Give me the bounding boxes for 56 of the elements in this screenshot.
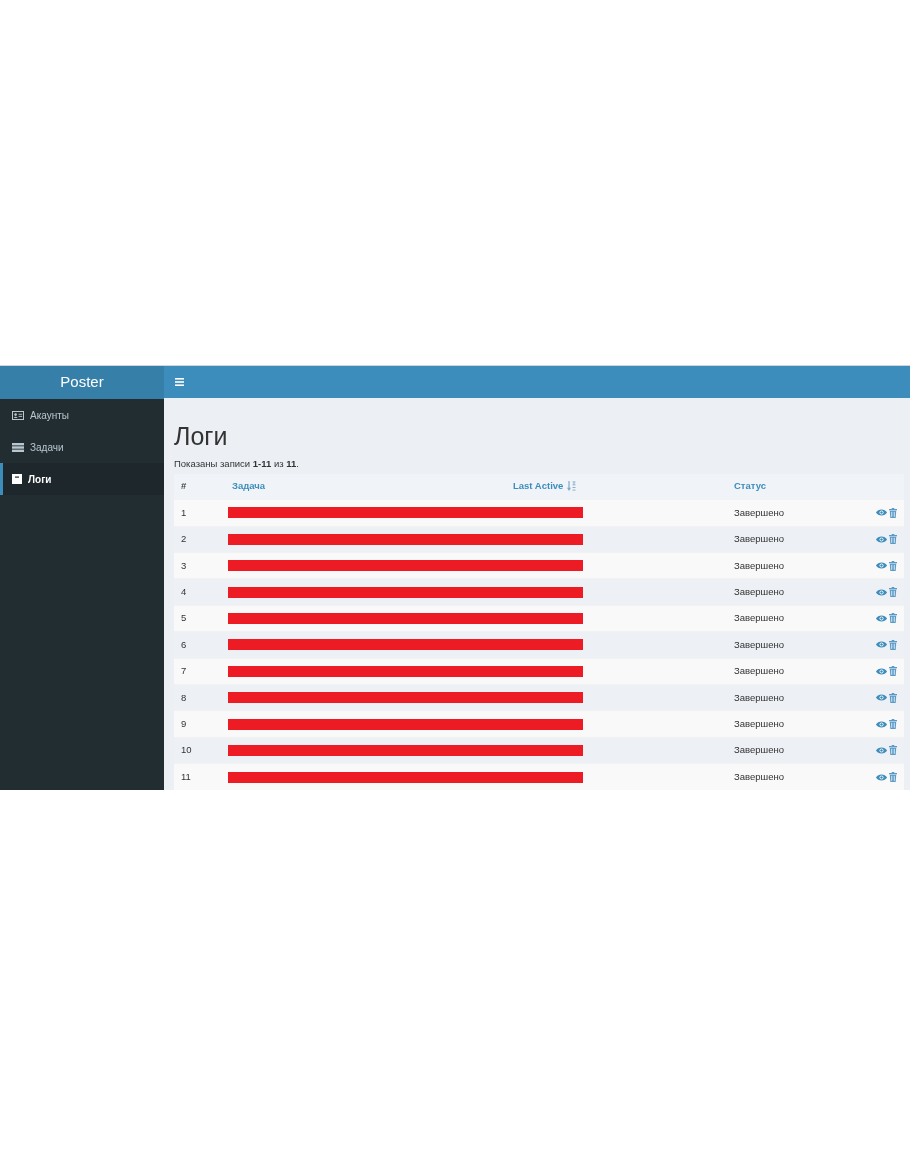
sort-icon[interactable] bbox=[567, 481, 577, 492]
row-number: 10 bbox=[181, 744, 192, 756]
row-number: 9 bbox=[181, 717, 187, 729]
archive-icon bbox=[12, 474, 22, 484]
trash-icon[interactable] bbox=[889, 772, 897, 783]
status-text: Завершено bbox=[734, 559, 784, 571]
trash-icon[interactable] bbox=[889, 666, 897, 677]
list-icon bbox=[12, 442, 24, 452]
status-text: Завершено bbox=[734, 533, 784, 545]
trash-icon[interactable] bbox=[889, 692, 897, 703]
eye-icon[interactable] bbox=[876, 588, 887, 596]
status-text: Завершено bbox=[734, 717, 784, 729]
records-summary: Показаны записи 1-11 из 11. bbox=[174, 456, 300, 471]
trash-icon[interactable] bbox=[889, 507, 897, 518]
status-text: Завершено bbox=[734, 665, 784, 677]
row-number: 5 bbox=[181, 612, 187, 624]
row-number: 1 bbox=[181, 506, 187, 518]
eye-icon[interactable] bbox=[876, 694, 887, 702]
trash-icon[interactable] bbox=[889, 745, 897, 756]
status-text: Завершено bbox=[734, 691, 784, 703]
eye-icon[interactable] bbox=[876, 535, 887, 543]
eye-icon[interactable] bbox=[876, 667, 887, 675]
trash-icon[interactable] bbox=[889, 613, 897, 624]
row-number: 6 bbox=[181, 638, 187, 650]
trash-icon[interactable] bbox=[889, 534, 897, 545]
eye-icon[interactable] bbox=[876, 614, 887, 622]
sidebar-item[interactable]: Задачи bbox=[0, 431, 164, 463]
eye-icon[interactable] bbox=[876, 720, 887, 728]
eye-icon[interactable] bbox=[876, 773, 887, 781]
eye-icon[interactable] bbox=[876, 746, 887, 754]
row-number: 2 bbox=[181, 533, 187, 545]
status-text: Завершено bbox=[734, 506, 784, 518]
row-number: 7 bbox=[181, 665, 187, 677]
trash-icon[interactable] bbox=[889, 587, 897, 598]
trash-icon[interactable] bbox=[889, 560, 897, 571]
status-text: Завершено bbox=[734, 612, 784, 624]
row-number: 3 bbox=[181, 559, 187, 571]
menu-icon[interactable] bbox=[175, 377, 184, 386]
status-text: Завершено bbox=[734, 744, 784, 756]
eye-icon[interactable] bbox=[876, 641, 887, 649]
eye-icon[interactable] bbox=[876, 509, 887, 517]
status-text: Завершено bbox=[734, 770, 784, 782]
row-number: 11 bbox=[181, 770, 191, 782]
sidebar-item[interactable]: Логи bbox=[0, 463, 164, 495]
eye-icon[interactable] bbox=[876, 562, 887, 570]
row-number: 8 bbox=[181, 691, 187, 703]
sidebar-item[interactable]: Акаунты bbox=[0, 399, 164, 431]
row-number: 4 bbox=[181, 585, 187, 597]
trash-icon[interactable] bbox=[889, 639, 897, 650]
brand-title: Poster bbox=[0, 366, 164, 399]
trash-icon[interactable] bbox=[889, 719, 897, 729]
page-title: Логи bbox=[174, 421, 229, 450]
column-header: # bbox=[181, 480, 187, 492]
status-text: Завершено bbox=[734, 638, 784, 650]
status-text: Завершено bbox=[734, 585, 784, 597]
id-card-icon bbox=[12, 410, 24, 420]
